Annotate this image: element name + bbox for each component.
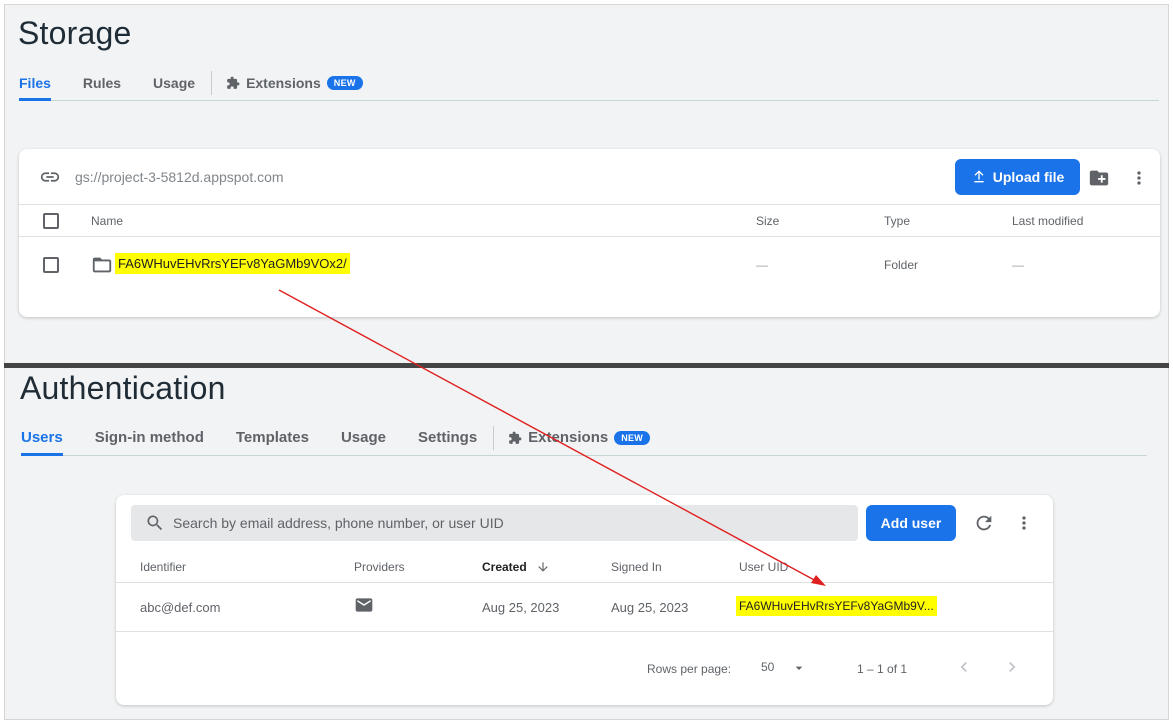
- page-title: Storage: [18, 15, 132, 51]
- tab-extensions-label: Extensions: [528, 429, 609, 446]
- column-header-created-label: Created: [482, 560, 527, 574]
- select-all-checkbox[interactable]: [43, 213, 59, 229]
- upload-file-label: Upload file: [992, 169, 1065, 185]
- column-header-user-uid[interactable]: User UID: [739, 560, 788, 574]
- storage-panel: Storage Files Rules Usage Extensions NEW…: [4, 4, 1169, 364]
- folder-icon: [92, 257, 112, 273]
- files-card: gs://project-3-5812d.appspot.com Upload …: [19, 149, 1160, 317]
- table-row[interactable]: abc@def.com Aug 25, 2023 Aug 25, 2023 FA…: [116, 584, 1053, 632]
- column-header-last-modified[interactable]: Last modified: [1012, 214, 1083, 228]
- tab-users[interactable]: Users: [21, 420, 79, 456]
- refresh-button[interactable]: [972, 511, 996, 535]
- next-page-button[interactable]: [1002, 655, 1022, 679]
- sort-descending-icon: [538, 562, 548, 572]
- user-identifier: abc@def.com: [140, 600, 221, 615]
- more-vert-icon: [1022, 516, 1026, 530]
- tab-extensions[interactable]: Extensions NEW: [226, 65, 379, 100]
- upload-icon: [974, 170, 984, 183]
- page-range: 1 – 1 of 1: [857, 662, 908, 676]
- column-header-created[interactable]: Created: [482, 560, 550, 574]
- folder-name-link[interactable]: FA6WHuvEHvRrsYEFv8YaGMb9VOx2/: [115, 253, 350, 274]
- users-table-header: Identifier Providers Created Signed In U…: [116, 551, 1053, 583]
- more-vert-icon: [1137, 171, 1141, 185]
- tab-rules[interactable]: Rules: [67, 65, 137, 100]
- user-uid[interactable]: FA6WHuvEHvRrsYEFv8YaGMb9V...: [736, 596, 937, 616]
- rows-per-page-value: 50: [761, 660, 775, 674]
- tab-usage[interactable]: Usage: [137, 65, 211, 100]
- chevron-left-icon: [960, 662, 967, 672]
- rows-per-page-select[interactable]: 50: [761, 660, 811, 678]
- column-header-signed-in[interactable]: Signed In: [611, 560, 662, 574]
- new-badge: NEW: [326, 75, 363, 90]
- tab-divider: [211, 70, 213, 95]
- user-created: Aug 25, 2023: [482, 600, 560, 615]
- tab-usage[interactable]: Usage: [325, 420, 402, 455]
- extension-icon: [509, 431, 522, 444]
- bucket-url[interactable]: gs://project-3-5812d.appspot.com: [75, 169, 284, 185]
- rows-per-page-label: Rows per page:: [647, 662, 732, 676]
- extension-icon: [227, 76, 240, 89]
- add-user-button[interactable]: Add user: [866, 505, 956, 541]
- table-row[interactable]: FA6WHuvEHvRrsYEFv8YaGMb9VOx2/ — Folder —: [19, 237, 1160, 293]
- tab-templates[interactable]: Templates: [220, 420, 325, 455]
- new-folder-icon: [1089, 170, 1109, 186]
- tab-divider: [493, 425, 495, 450]
- tab-sign-in-method[interactable]: Sign-in method: [79, 420, 220, 455]
- email-icon: [355, 598, 373, 612]
- row-type: Folder: [884, 258, 919, 272]
- auth-tabs: Users Sign-in method Templates Usage Set…: [21, 420, 1147, 456]
- chevron-right-icon: [1009, 662, 1016, 672]
- link-icon[interactable]: [39, 166, 61, 188]
- new-badge: NEW: [614, 430, 651, 445]
- column-header-providers[interactable]: Providers: [354, 560, 405, 574]
- user-search-input[interactable]: Search by email address, phone number, o…: [131, 505, 858, 541]
- page-title: Authentication: [20, 370, 226, 406]
- column-header-type[interactable]: Type: [884, 214, 910, 228]
- search-placeholder: Search by email address, phone number, o…: [173, 515, 504, 531]
- files-table-header: Name Size Type Last modified: [19, 205, 1160, 237]
- column-header-size[interactable]: Size: [756, 214, 779, 228]
- column-header-name[interactable]: Name: [91, 214, 123, 228]
- upload-file-button[interactable]: Upload file: [955, 159, 1080, 195]
- search-icon: [147, 515, 163, 531]
- row-checkbox[interactable]: [43, 257, 59, 273]
- users-card: Search by email address, phone number, o…: [116, 495, 1053, 705]
- tab-extensions[interactable]: Extensions NEW: [508, 420, 666, 455]
- refresh-icon: [976, 515, 992, 531]
- authentication-panel: Authentication Users Sign-in method Temp…: [4, 368, 1169, 720]
- row-size: —: [756, 258, 768, 272]
- tab-extensions-label: Extensions: [246, 74, 321, 91]
- user-signed-in: Aug 25, 2023: [611, 600, 689, 615]
- dropdown-arrow-icon: [795, 666, 803, 670]
- create-folder-button[interactable]: [1086, 165, 1112, 191]
- more-options-button[interactable]: [1014, 511, 1034, 535]
- tab-files[interactable]: Files: [19, 65, 67, 101]
- storage-tabs: Files Rules Usage Extensions NEW: [19, 65, 1159, 101]
- column-header-identifier[interactable]: Identifier: [140, 560, 186, 574]
- pagination: Rows per page: 50 1 – 1 of 1: [116, 633, 1053, 705]
- more-options-button[interactable]: [1128, 165, 1150, 191]
- tab-settings[interactable]: Settings: [402, 420, 493, 455]
- previous-page-button[interactable]: [954, 655, 974, 679]
- bucket-bar: gs://project-3-5812d.appspot.com Upload …: [19, 149, 1160, 205]
- row-last-modified: —: [1012, 258, 1024, 272]
